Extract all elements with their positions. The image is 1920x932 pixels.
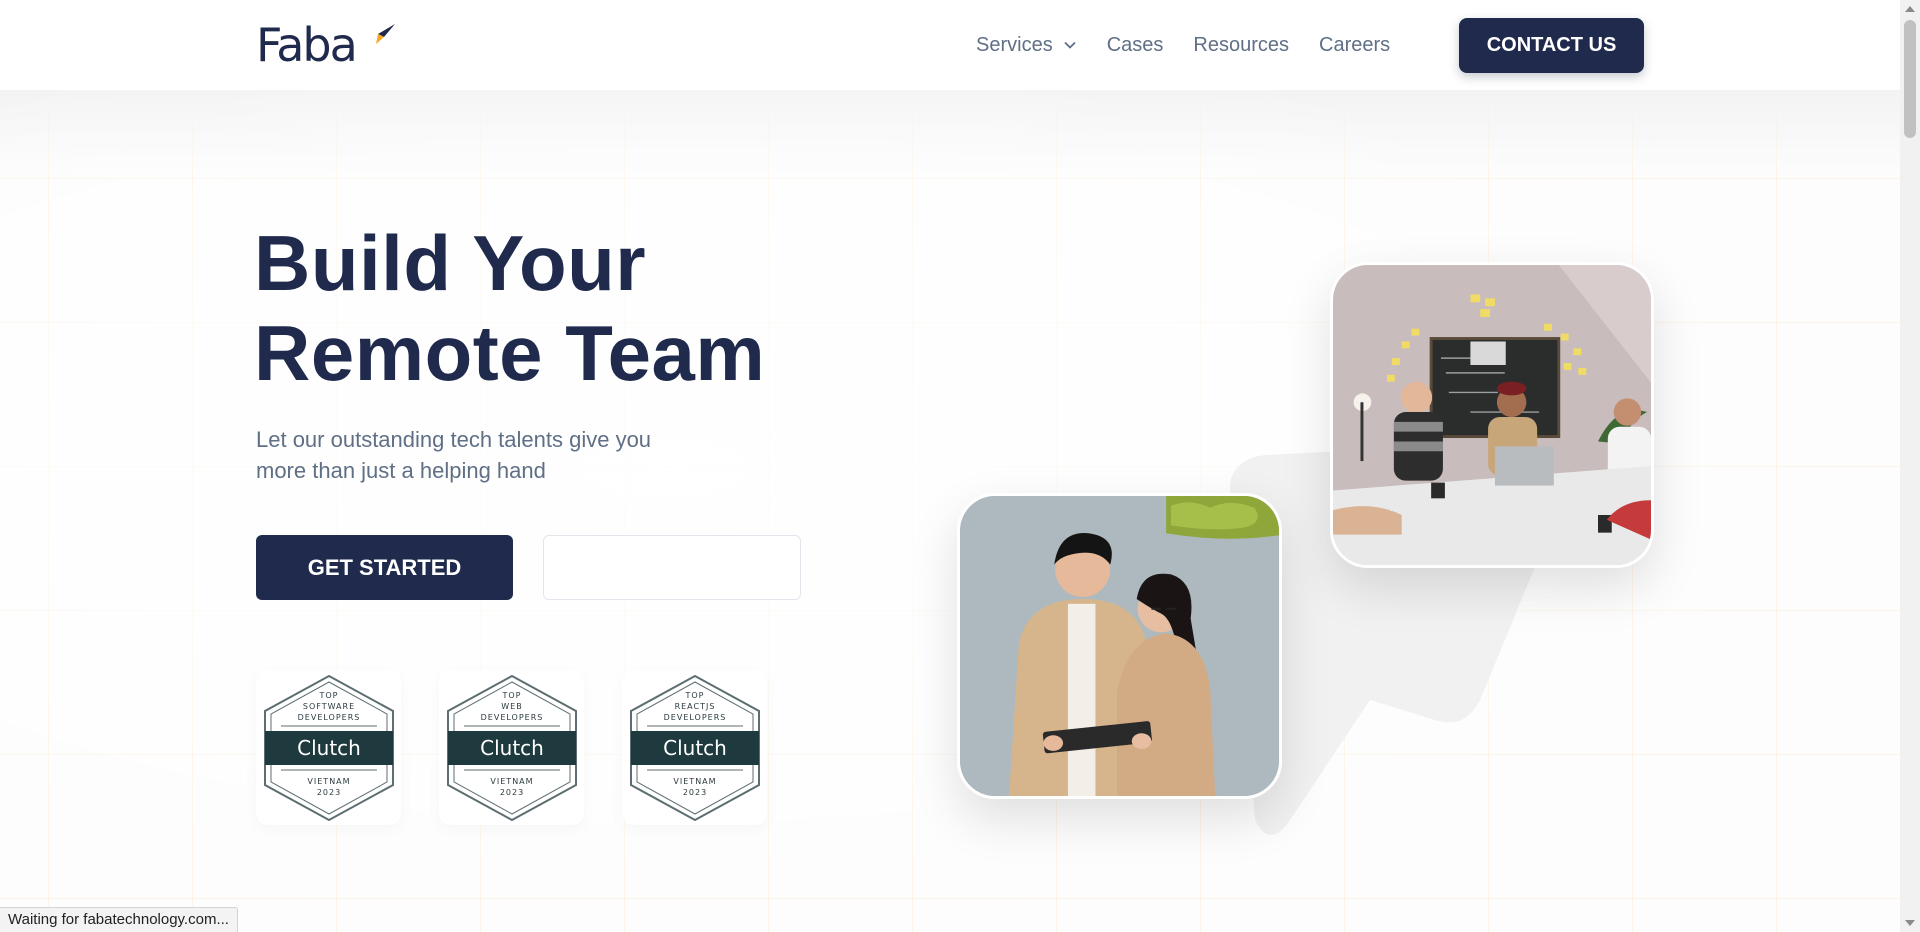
clutch-badge-web[interactable]: TOP WEB DEVELOPERS Clutch VIETNAM 2023 xyxy=(439,670,584,825)
hero-subtitle: Let our outstanding tech talents give yo… xyxy=(256,424,716,486)
get-started-button[interactable]: GET STARTED xyxy=(256,535,513,600)
hero-title: Build Your Remote Team xyxy=(254,218,874,398)
hero-title-line1: Build Your xyxy=(254,219,647,307)
couple-tablet-photo xyxy=(957,493,1282,799)
clutch-badge-icon: TOP REACTJS DEVELOPERS Clutch VIETNAM 20… xyxy=(629,674,760,821)
logo[interactable]: Faba xyxy=(256,18,395,72)
contact-us-button[interactable]: CONTACT US xyxy=(1459,18,1644,73)
nav-services[interactable]: Services xyxy=(976,34,1077,57)
badge-top: TOP xyxy=(684,691,704,700)
badge-top: TOP xyxy=(501,691,521,700)
nav-resources[interactable]: Resources xyxy=(1193,34,1289,57)
badge-line1: WEB xyxy=(501,702,522,711)
rocket-icon xyxy=(376,24,395,44)
browser-status-bar: Waiting for fabatechnology.com... xyxy=(0,907,238,932)
hero-subtitle-line2: more than just a helping hand xyxy=(256,458,546,483)
badge-year: 2023 xyxy=(316,788,340,797)
team-meeting-illustration xyxy=(1333,265,1651,565)
clutch-badge-reactjs[interactable]: TOP REACTJS DEVELOPERS Clutch VIETNAM 20… xyxy=(622,670,767,825)
nav-cases-label: Cases xyxy=(1106,33,1164,56)
clutch-badge-icon: TOP SOFTWARE DEVELOPERS Clutch VIETNAM 2… xyxy=(263,674,394,821)
badge-country: VIETNAM xyxy=(307,777,350,786)
nav-careers-label: Careers xyxy=(1319,33,1391,56)
clutch-badge-icon: TOP WEB DEVELOPERS Clutch VIETNAM 2023 xyxy=(446,674,577,821)
badge-top: TOP xyxy=(318,691,338,700)
clutch-badge-software[interactable]: TOP SOFTWARE DEVELOPERS Clutch VIETNAM 2… xyxy=(256,670,401,825)
badge-year: 2023 xyxy=(682,788,706,797)
badge-line1: SOFTWARE xyxy=(302,702,354,711)
team-meeting-photo xyxy=(1330,262,1654,568)
scrollbar-thumb[interactable] xyxy=(1904,20,1916,138)
secondary-cta-button[interactable] xyxy=(543,535,801,600)
nav-services-label: Services xyxy=(976,33,1053,56)
nav-cases[interactable]: Cases xyxy=(1107,34,1164,57)
scroll-down-arrow-icon[interactable] xyxy=(1905,920,1915,926)
badge-line2: DEVELOPERS xyxy=(297,713,360,722)
chevron-down-icon xyxy=(1064,41,1076,49)
badge-line2: DEVELOPERS xyxy=(480,713,543,722)
couple-tablet-illustration xyxy=(960,496,1279,796)
hero-subtitle-line1: Let our outstanding tech talents give yo… xyxy=(256,427,652,452)
hero-title-line2: Remote Team xyxy=(254,309,766,397)
badge-line1: REACTJS xyxy=(674,702,715,711)
badge-country: VIETNAM xyxy=(673,777,716,786)
badge-country: VIETNAM xyxy=(490,777,533,786)
nav-careers[interactable]: Careers xyxy=(1319,34,1390,57)
vertical-scrollbar[interactable] xyxy=(1900,0,1920,932)
scroll-up-arrow-icon[interactable] xyxy=(1905,6,1915,12)
site-header: Faba Services Cases Resources Careers CO… xyxy=(0,0,1900,90)
nav-resources-label: Resources xyxy=(1193,33,1290,56)
badge-year: 2023 xyxy=(499,788,523,797)
main-nav: Services Cases Resources Careers xyxy=(976,30,1420,60)
badge-line2: DEVELOPERS xyxy=(663,713,726,722)
badge-brand: Clutch xyxy=(480,736,544,760)
logo-text: Faba xyxy=(256,18,358,72)
badge-brand: Clutch xyxy=(663,736,727,760)
badge-brand: Clutch xyxy=(297,736,361,760)
